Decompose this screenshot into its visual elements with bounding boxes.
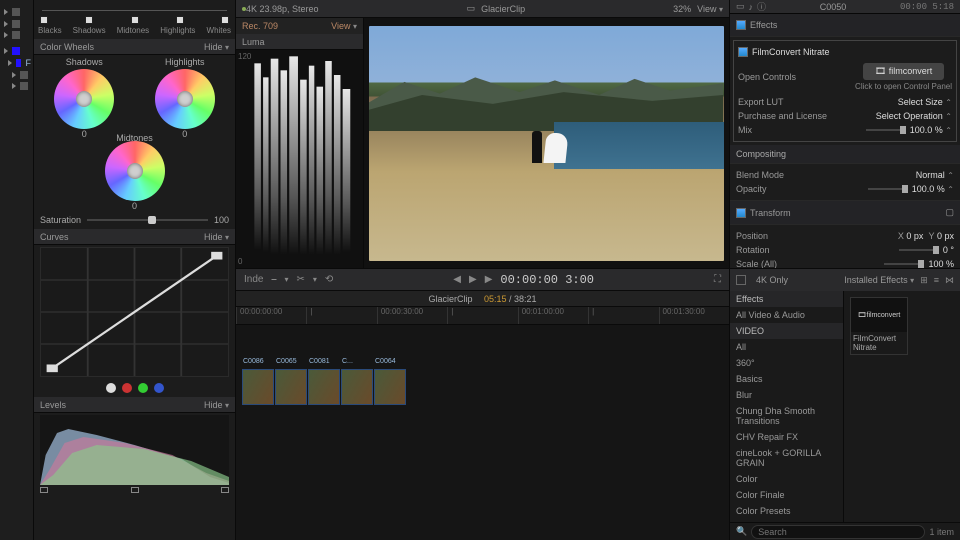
zoom-level[interactable]: 32% <box>673 4 691 14</box>
clip-icon: ▭ <box>467 3 476 14</box>
timeline-clip[interactable]: C0064 <box>374 369 406 405</box>
effect-category[interactable]: Color Finale <box>730 487 843 503</box>
next-icon[interactable]: ▶ <box>485 274 493 285</box>
4k-only-filter[interactable]: 4K Only <box>756 275 788 285</box>
hide-toggle[interactable]: Hide ▾ <box>204 42 229 52</box>
effect-category[interactable]: Chung Dha Smooth Transitions <box>730 403 843 429</box>
effect-category[interactable]: Color Presets <box>730 503 843 519</box>
timeline[interactable]: C0086C0065C0081C...C0064 <box>236 325 729 540</box>
midtones-wheel[interactable] <box>105 141 165 201</box>
fullscreen-icon[interactable]: ⛶ <box>714 274 721 285</box>
audio-tab-icon[interactable]: ♪ <box>749 2 754 12</box>
timeline-ruler[interactable]: 00:00:00:00|00:00:30:00| 00:01:00:00|00:… <box>236 307 729 325</box>
tool-menu[interactable]: ▾ <box>284 275 288 284</box>
timeline-clip-name: GlacierClip <box>428 294 472 304</box>
timeline-clip[interactable]: C0086 <box>242 369 274 405</box>
effect-category[interactable]: Basics <box>730 371 843 387</box>
effect-category[interactable]: Blur <box>730 387 843 403</box>
effect-category[interactable]: All Video & Audio <box>730 307 843 323</box>
transport-bar[interactable]: Inde ⎯ ▾ ✂ ▾ ⟲ ◀ ▶ ▶ 00:00:00 3:00 ⛶ <box>236 269 729 291</box>
prev-icon[interactable]: ◀ <box>453 274 461 285</box>
effect-category[interactable]: Color <box>730 471 843 487</box>
video-tab-icon[interactable]: ▭ <box>736 1 745 12</box>
format-label: 4K 23.98p, Stereo <box>246 4 319 14</box>
bowtie-icon[interactable]: ⋈ <box>945 275 954 286</box>
search-icon: 🔍 <box>736 526 747 537</box>
effect-category[interactable]: 360° <box>730 355 843 371</box>
open-controls-button[interactable]: 🎞 filmconvert <box>863 63 944 80</box>
color-inspector: BlacksShadowsMidtonesHighlightsWhites Co… <box>34 0 236 540</box>
play-icon[interactable]: ▶ <box>469 274 477 285</box>
grid-icon[interactable]: ⊞ <box>920 275 928 286</box>
scene-people <box>532 131 567 166</box>
timeline-clip[interactable]: C... <box>341 369 373 405</box>
preview-viewer[interactable] <box>364 18 729 268</box>
highlights-wheel[interactable] <box>155 69 215 129</box>
viewer-topbar: 4K 23.98p, Stereo ▭ GlacierClip 32% View… <box>236 0 729 18</box>
effect-category[interactable]: All <box>730 339 843 355</box>
curves-editor[interactable] <box>40 247 229 377</box>
effect-card[interactable]: 🎞 filmconvert FilmConvert Nitrate <box>850 297 908 355</box>
trim-icon[interactable]: ⎯ <box>271 274 276 285</box>
levels-histogram[interactable] <box>40 415 229 485</box>
tone-curve-bar[interactable] <box>34 0 235 24</box>
effect-category[interactable]: CHV Repair FX <box>730 429 843 445</box>
luma-waveform: 120 0 <box>236 50 363 268</box>
shadows-wheel[interactable] <box>54 69 114 129</box>
effects-search-input[interactable] <box>751 525 925 539</box>
scope-type[interactable]: Luma <box>242 37 265 47</box>
effects-checkbox[interactable] <box>736 20 746 30</box>
view-menu[interactable]: View ▾ <box>697 4 723 14</box>
snap-icon[interactable]: ✂ <box>296 274 304 285</box>
timeline-clip[interactable]: C0081 <box>308 369 340 405</box>
index-button[interactable]: Inde <box>244 274 263 285</box>
clip-duration: 00:00 5:18 <box>900 2 954 12</box>
list-icon[interactable]: ≡ <box>934 275 939 285</box>
saturation-slider[interactable]: Saturation 100 <box>34 215 235 225</box>
effect-category[interactable]: cineLook + GORILLA GRAIN <box>730 445 843 471</box>
effect-category[interactable]: VIDEO <box>730 323 843 339</box>
color-wheels-header[interactable]: Color Wheels Hide ▾ <box>34 39 235 55</box>
skimming-icon[interactable]: ⟲ <box>325 274 333 285</box>
clip-name: GlacierClip <box>481 4 525 14</box>
timeline-clip[interactable]: C0065 <box>275 369 307 405</box>
clip-code: C0050 <box>820 2 847 12</box>
curve-channel-picker[interactable] <box>34 383 235 393</box>
result-count: 1 item <box>929 527 954 537</box>
library-sidebar[interactable]: F <box>0 0 34 540</box>
effect-categories[interactable]: EffectsAll Video & AudioVIDEOAll360°Basi… <box>730 291 844 522</box>
installed-effects-menu[interactable]: Installed Effects ▾ <box>844 275 914 285</box>
timecode[interactable]: 00:00:00 3:00 <box>500 273 594 287</box>
info-tab-icon[interactable]: ⓘ <box>757 0 766 13</box>
